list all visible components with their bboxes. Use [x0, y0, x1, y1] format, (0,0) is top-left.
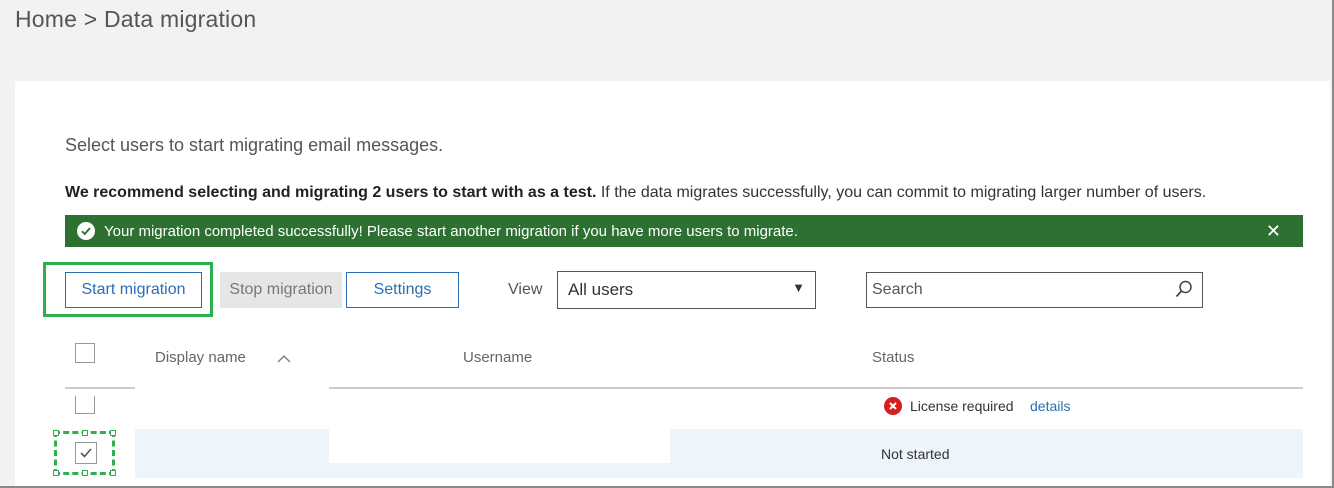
page-title: Data migration [103, 6, 257, 32]
checkmark-circle-icon [77, 222, 95, 240]
settings-button[interactable]: Settings [346, 272, 459, 308]
view-selected-value: All users [568, 280, 634, 299]
details-link[interactable]: details [1030, 398, 1070, 414]
search-icon[interactable] [1174, 279, 1194, 304]
column-header-username[interactable]: Username [463, 349, 532, 366]
row-status-text: License required [910, 398, 1014, 414]
row-status: License required [884, 397, 1014, 415]
search-box[interactable] [866, 272, 1203, 308]
stop-migration-button[interactable]: Stop migration [220, 272, 342, 308]
breadcrumb-separator: > [83, 6, 98, 32]
recommendation-bold: We recommend selecting and migrating 2 u… [65, 184, 597, 201]
row-checkbox-checked[interactable] [75, 442, 97, 464]
search-input[interactable] [870, 280, 1164, 300]
breadcrumb: Home > Data migration [15, 6, 256, 33]
column-header-display-name[interactable]: Display name [155, 349, 246, 366]
banner-message: Your migration completed successfully! P… [104, 222, 798, 240]
error-icon [884, 397, 902, 415]
intro-text: Select users to start migrating email me… [65, 135, 444, 155]
header-divider [329, 387, 1303, 389]
table-row[interactable] [135, 429, 1303, 478]
column-header-status[interactable]: Status [872, 349, 915, 366]
recommendation-rest: If the data migrates successfully, you c… [600, 184, 1207, 201]
select-all-checkbox[interactable] [75, 343, 95, 363]
header-divider [65, 387, 135, 389]
migration-card: Select users to start migrating email me… [15, 81, 1330, 486]
success-banner: Your migration completed successfully! P… [65, 215, 1303, 247]
row-cell-username [444, 429, 670, 463]
close-icon[interactable]: ✕ [1266, 221, 1281, 241]
row-cell-display-name [329, 429, 444, 463]
row-status-text: Not started [881, 446, 950, 462]
view-label: View [508, 281, 543, 298]
view-dropdown[interactable]: All users ▼ [557, 271, 816, 309]
start-migration-button[interactable]: Start migration [65, 272, 202, 308]
row-checkbox[interactable] [75, 396, 95, 414]
breadcrumb-home[interactable]: Home [15, 6, 77, 32]
recommendation-text: We recommend selecting and migrating 2 u… [65, 184, 1206, 202]
sort-ascending-icon[interactable] [277, 351, 291, 369]
checkmark-icon [80, 448, 92, 458]
caret-down-icon: ▼ [792, 280, 805, 295]
